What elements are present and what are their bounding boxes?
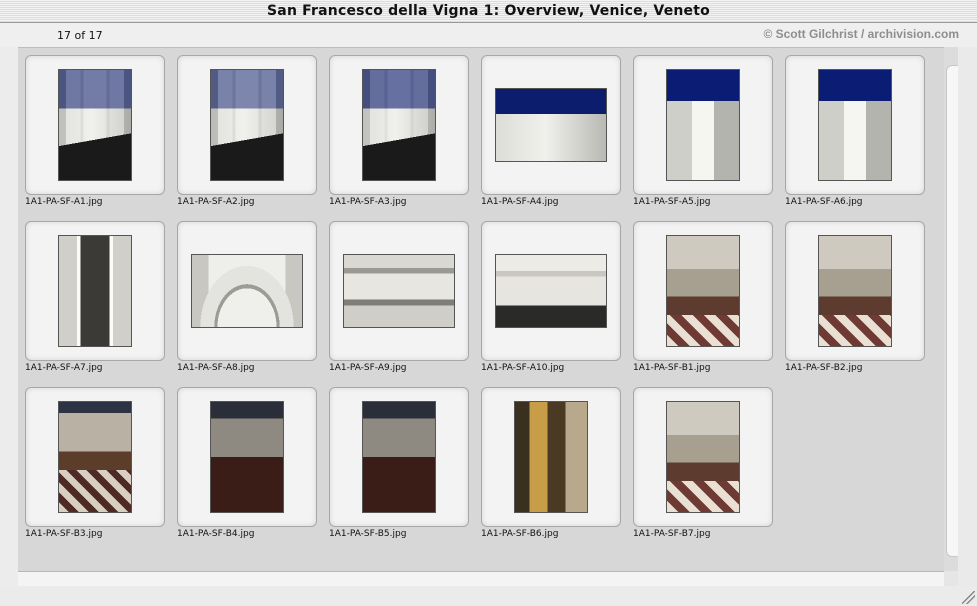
thumbnail-cell[interactable]: 1A1-PA-SF-A1.jpg (25, 55, 177, 221)
thumbnail-cell[interactable]: 1A1-PA-SF-A3.jpg (329, 55, 481, 221)
thumbnail-cell[interactable]: 1A1-PA-SF-B3.jpg (25, 387, 177, 553)
left-margin (0, 47, 18, 606)
thumbnail-frame[interactable] (481, 387, 621, 527)
thumbnail-frame[interactable] (785, 55, 925, 195)
image-counter: 17 of 17 (57, 29, 103, 42)
thumbnail-caption: 1A1-PA-SF-A7.jpg (25, 363, 103, 373)
thumbnail-frame[interactable] (177, 55, 317, 195)
horizontal-scrollbar[interactable] (18, 571, 944, 587)
thumbnail-cell[interactable]: 1A1-PA-SF-B6.jpg (481, 387, 633, 553)
thumbnail-caption: 1A1-PA-SF-B6.jpg (481, 529, 559, 539)
thumbnail-frame[interactable] (481, 221, 621, 361)
thumbnail-cell[interactable]: 1A1-PA-SF-A10.jpg (481, 221, 633, 387)
thumbnail-cell[interactable]: 1A1-PA-SF-A8.jpg (177, 221, 329, 387)
thumbnail-frame[interactable] (785, 221, 925, 361)
thumbnail-caption: 1A1-PA-SF-B2.jpg (785, 363, 863, 373)
thumbnail-caption: 1A1-PA-SF-A1.jpg (25, 197, 103, 207)
right-margin (958, 47, 977, 606)
thumbnail-frame[interactable] (177, 387, 317, 527)
thumbnail-image[interactable] (58, 69, 132, 181)
thumbnail-image[interactable] (362, 401, 436, 513)
thumbnail-image[interactable] (343, 254, 455, 328)
thumbnail-caption: 1A1-PA-SF-A10.jpg (481, 363, 565, 373)
thumbnail-cell[interactable]: 1A1-PA-SF-A7.jpg (25, 221, 177, 387)
thumbnail-frame[interactable] (633, 387, 773, 527)
thumbnail-grid: 1A1-PA-SF-A1.jpg 1A1-PA-SF-A2.jpg 1A1-PA… (18, 47, 944, 572)
thumbnail-caption: 1A1-PA-SF-B1.jpg (633, 363, 711, 373)
thumbnail-image[interactable] (210, 69, 284, 181)
thumbnail-frame[interactable] (25, 387, 165, 527)
thumbnail-image[interactable] (666, 69, 740, 181)
thumbnail-frame[interactable] (25, 55, 165, 195)
thumbnail-caption: 1A1-PA-SF-A3.jpg (329, 197, 407, 207)
thumbnail-image[interactable] (495, 88, 607, 162)
thumbnail-caption: 1A1-PA-SF-A8.jpg (177, 363, 255, 373)
thumbnail-caption: 1A1-PA-SF-A9.jpg (329, 363, 407, 373)
thumbnail-image[interactable] (362, 69, 436, 181)
thumbnail-caption: 1A1-PA-SF-B4.jpg (177, 529, 255, 539)
thumbnail-cell[interactable]: 1A1-PA-SF-B4.jpg (177, 387, 329, 553)
thumbnail-frame[interactable] (329, 55, 469, 195)
thumbnail-image[interactable] (818, 235, 892, 347)
thumbnail-cell[interactable]: 1A1-PA-SF-B7.jpg (633, 387, 785, 553)
thumbnail-caption: 1A1-PA-SF-A4.jpg (481, 197, 559, 207)
copyright-credit: © Scott Gilchrist / archivision.com (763, 27, 959, 41)
thumbnail-frame[interactable] (633, 55, 773, 195)
bottom-bar (0, 586, 977, 606)
window-title: San Francesco della Vigna 1: Overview, V… (267, 3, 710, 19)
thumbnail-frame[interactable] (25, 221, 165, 361)
thumbnail-image[interactable] (666, 401, 740, 513)
thumbnail-cell[interactable]: 1A1-PA-SF-A6.jpg (785, 55, 937, 221)
thumbnail-frame[interactable] (329, 387, 469, 527)
thumbnail-image[interactable] (58, 401, 132, 513)
thumbnail-image[interactable] (191, 254, 303, 328)
thumbnail-image[interactable] (666, 235, 740, 347)
thumbnail-caption: 1A1-PA-SF-A6.jpg (785, 197, 863, 207)
thumbnail-image[interactable] (210, 401, 284, 513)
thumbnail-image[interactable] (58, 235, 132, 347)
vertical-scrollbar[interactable] (944, 47, 959, 571)
thumbnail-caption: 1A1-PA-SF-A2.jpg (177, 197, 255, 207)
thumbnail-image[interactable] (818, 69, 892, 181)
thumbnail-frame[interactable] (329, 221, 469, 361)
thumbnail-frame[interactable] (481, 55, 621, 195)
thumbnail-cell[interactable]: 1A1-PA-SF-A2.jpg (177, 55, 329, 221)
thumbnail-caption: 1A1-PA-SF-B3.jpg (25, 529, 103, 539)
thumbnail-frame[interactable] (633, 221, 773, 361)
thumbnail-image[interactable] (495, 254, 607, 328)
thumbnail-cell[interactable]: 1A1-PA-SF-B5.jpg (329, 387, 481, 553)
title-bar[interactable]: San Francesco della Vigna 1: Overview, V… (0, 0, 977, 23)
thumbnail-caption: 1A1-PA-SF-A5.jpg (633, 197, 711, 207)
thumbnail-cell[interactable]: 1A1-PA-SF-A5.jpg (633, 55, 785, 221)
thumbnail-cell[interactable]: 1A1-PA-SF-B2.jpg (785, 221, 937, 387)
resize-grip-icon[interactable] (962, 591, 975, 604)
thumbnail-frame[interactable] (177, 221, 317, 361)
thumbnail-caption: 1A1-PA-SF-B5.jpg (329, 529, 407, 539)
thumbnail-cell[interactable]: 1A1-PA-SF-B1.jpg (633, 221, 785, 387)
thumbnail-image[interactable] (514, 401, 588, 513)
thumbnail-caption: 1A1-PA-SF-B7.jpg (633, 529, 711, 539)
thumbnail-cell[interactable]: 1A1-PA-SF-A9.jpg (329, 221, 481, 387)
thumbnail-cell[interactable]: 1A1-PA-SF-A4.jpg (481, 55, 633, 221)
